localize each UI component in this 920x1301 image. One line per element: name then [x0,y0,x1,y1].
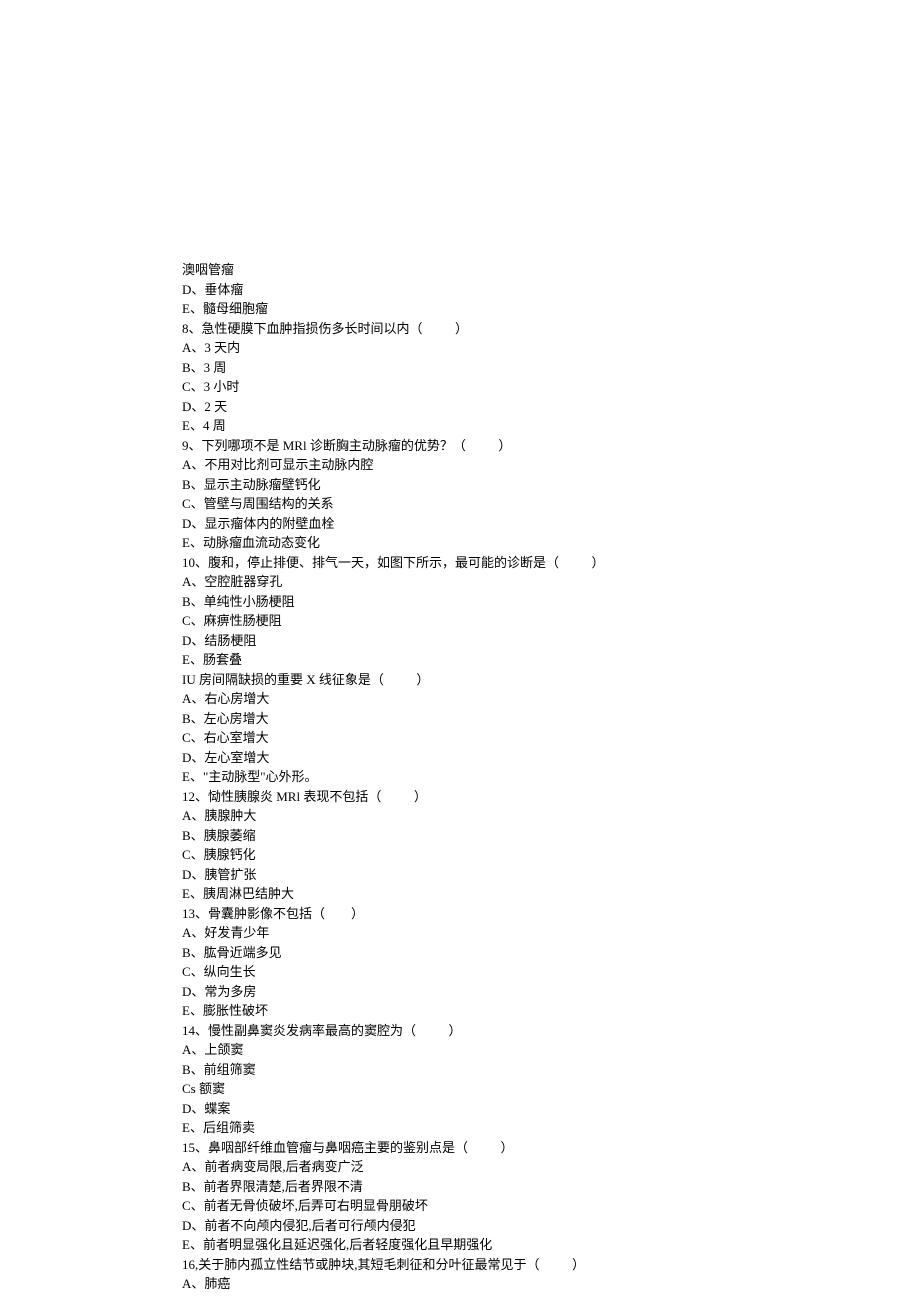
text-line: C、3 小时 [182,377,920,397]
text-line: 9、下列哪项不是 MRl 诊断胸主动脉瘤的优势？（ ） [182,436,920,456]
text-line: B、3 周 [182,358,920,378]
text-line: 12、恸性胰腺炎 MRl 表现不包括（ ） [182,787,920,807]
text-line: E、前者明显强化且延迟强化,后者轻度强化且早期强化 [182,1235,920,1255]
text-line: B、前者界限清楚,后者界限不清 [182,1177,920,1197]
text-line: 15、鼻咽部纤维血管瘤与鼻咽癌主要的鉴别点是（ ） [182,1138,920,1158]
text-line: A、好发青少年 [182,923,920,943]
text-line: IU 房间隔缺损的重要 X 线征象是（ ） [182,670,920,690]
text-line: D、显示瘤体内的附壁血栓 [182,514,920,534]
text-line: D、前者不向颅内侵犯,后者可行颅内侵犯 [182,1216,920,1236]
text-line: 13、骨囊肿影像不包括（ ） [182,904,920,924]
text-line: C、管壁与周围结构的关系 [182,494,920,514]
text-line: E、膨胀性破坏 [182,1001,920,1021]
text-line: D、2 天 [182,397,920,417]
text-line: E、"主动脉型"心外形。 [182,767,920,787]
text-line: C、前者无骨侦破坏,后弄可右明显骨朋破坏 [182,1196,920,1216]
text-line: A、右心房增大 [182,689,920,709]
text-line: D、蝶案 [182,1099,920,1119]
text-line: A、3 天内 [182,338,920,358]
text-line: E、胰周淋巴结肿大 [182,884,920,904]
text-line: 10、腹和，停止排便、排气一天，如图下所示，最可能的诊断是（ ） [182,553,920,573]
text-line: E、后组筛卖 [182,1118,920,1138]
text-line: B、左心房增大 [182,709,920,729]
text-line: B、前组筛窦 [182,1060,920,1080]
text-line: 14、慢性副鼻窦炎发病率最高的窦腔为（ ） [182,1021,920,1041]
text-line: C、胰腺钙化 [182,845,920,865]
text-line: D、结肠梗阻 [182,631,920,651]
text-line: A、不用对比剂可显示主动脉内腔 [182,455,920,475]
text-line: B、显示主动脉瘤壁钙化 [182,475,920,495]
text-line: E、肠套叠 [182,650,920,670]
text-line: D、垂体瘤 [182,280,920,300]
text-line: B、单纯性小肠梗阻 [182,592,920,612]
text-line: A、前者病变局限,后者病变广泛 [182,1157,920,1177]
text-line: C、麻痹性肠梗阻 [182,611,920,631]
text-line: E、4 周 [182,416,920,436]
text-line: 澳咽管瘤 [182,260,920,280]
text-line: E、动脉瘤血流动态变化 [182,533,920,553]
text-line: A、肺癌 [182,1274,920,1294]
text-line: 8、急性硬膜下血肿指损伤多长时间以内（ ） [182,319,920,339]
text-line: B、胰腺萎缩 [182,826,920,846]
text-line: C、纵向生长 [182,962,920,982]
text-line: 16,关于肺内孤立性结节或肿块,其短毛刺征和分叶征最常见于（ ） [182,1255,920,1275]
text-line: A、胰腺肿大 [182,806,920,826]
text-line: A、空腔脏器穿孔 [182,572,920,592]
text-line: B、肱骨近端多见 [182,943,920,963]
text-line: A、上颌窦 [182,1040,920,1060]
text-line: D、左心室增大 [182,748,920,768]
text-line: D、常为多房 [182,982,920,1002]
text-line: Cs 额窦 [182,1079,920,1099]
text-line: D、胰管扩张 [182,865,920,885]
text-line: C、右心室增大 [182,728,920,748]
text-line: E、髓母细胞瘤 [182,299,920,319]
